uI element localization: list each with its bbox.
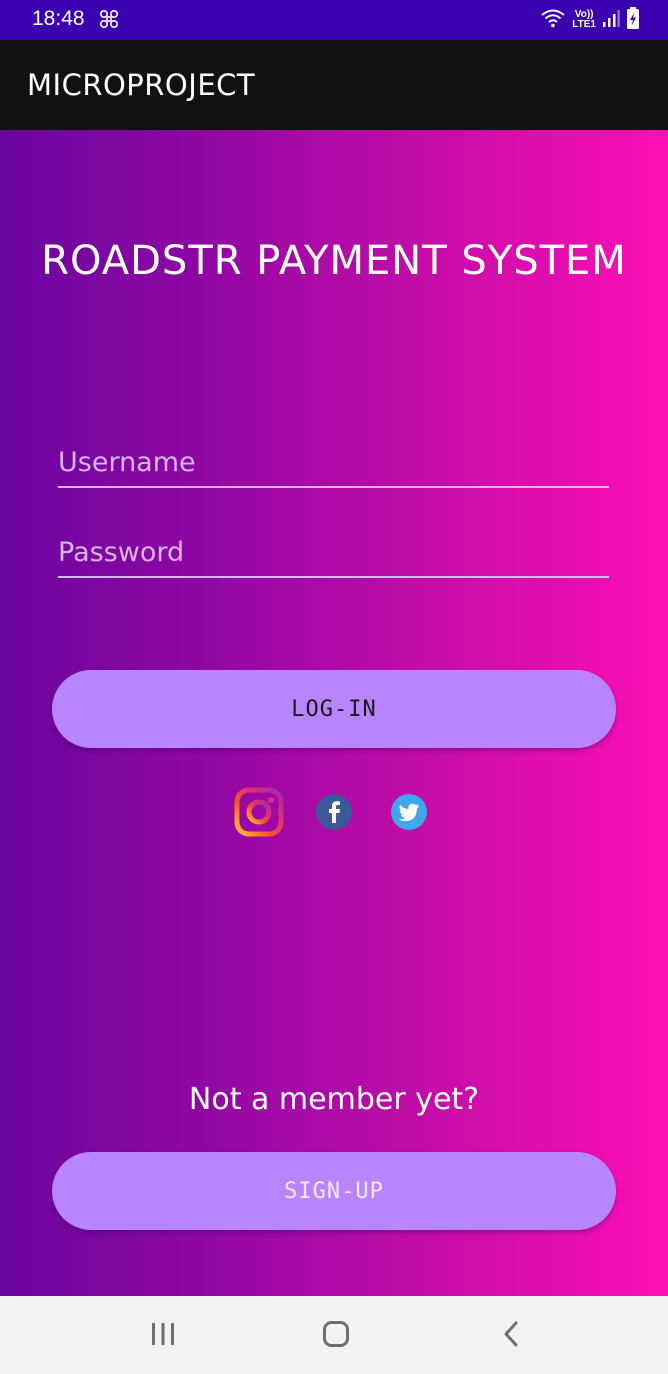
wifi-icon	[540, 7, 566, 33]
navigation-bar	[0, 1296, 668, 1374]
status-time: 18:48	[32, 7, 85, 30]
signup-button[interactable]: SIGN-UP	[52, 1152, 616, 1230]
app-title: MICROPROJECT	[27, 68, 256, 102]
status-bar: 18:48 Vo)) LTE1	[0, 0, 668, 40]
signal-icon	[602, 8, 620, 32]
member-prompt: Not a member yet?	[188, 1082, 480, 1117]
username-field[interactable]	[58, 442, 609, 488]
social-links	[0, 786, 668, 838]
home-icon[interactable]	[322, 1320, 350, 1352]
login-button[interactable]: LOG-IN	[52, 670, 616, 748]
volte-indicator: Vo)) LTE1	[572, 10, 596, 30]
login-screen: ROADSTR PAYMENT SYSTEM LOG-IN	[0, 130, 668, 1296]
recent-apps-icon[interactable]	[149, 1320, 177, 1352]
battery-charging-icon	[626, 6, 640, 34]
page-title: ROADSTR PAYMENT SYSTEM	[41, 238, 627, 284]
back-icon[interactable]	[501, 1320, 521, 1352]
instagram-icon[interactable]	[233, 786, 285, 838]
twitter-icon[interactable]	[390, 793, 428, 831]
password-field[interactable]	[58, 532, 609, 578]
facebook-icon[interactable]	[315, 793, 353, 831]
volte-bottom-label: LTE1	[572, 19, 596, 30]
app-bar: MICROPROJECT	[0, 40, 668, 130]
status-icons: Vo)) LTE1	[540, 6, 640, 34]
fan-icon	[98, 8, 120, 34]
